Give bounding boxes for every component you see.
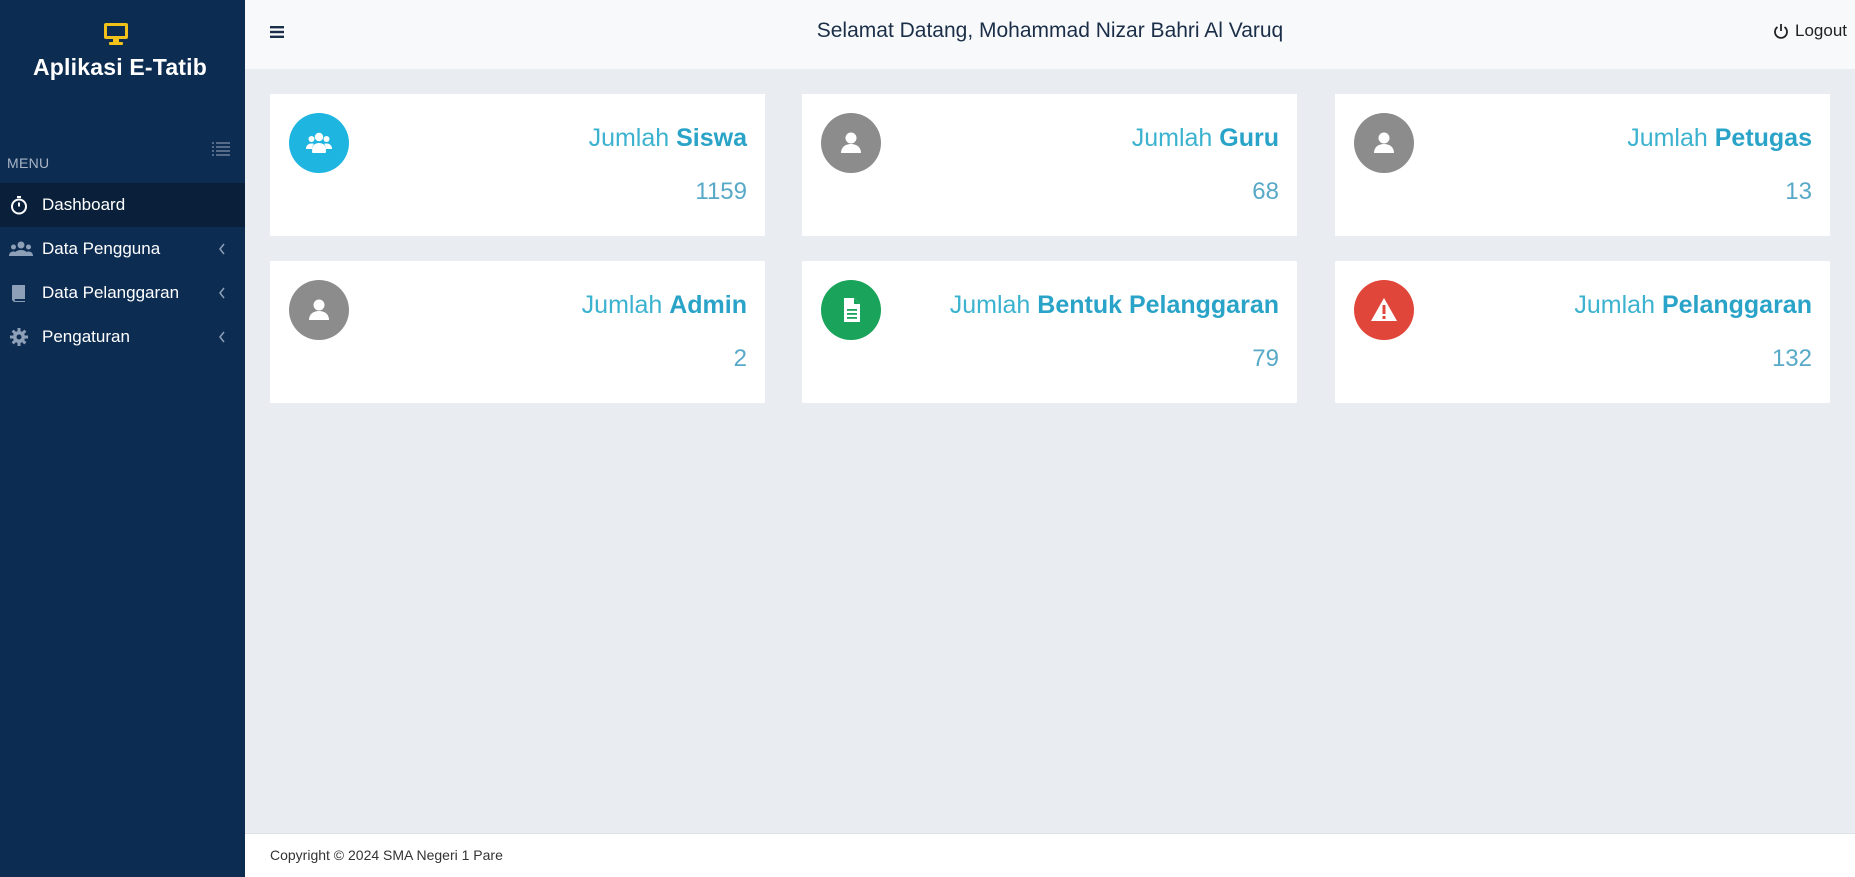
card-title-label: Pelanggaran [1661,291,1812,319]
sidebar-item-label: Pengaturan [42,327,130,346]
sidebar-item-label: Dashboard [42,195,126,214]
card-title-prefix: Jumlah [1627,124,1708,152]
card-count: 1159 [695,178,747,205]
users-icon [289,113,349,173]
user-icon [1354,113,1414,173]
app-title: Aplikasi E-Tatib [32,54,208,80]
sidebar-item-pengaturan[interactable]: Pengaturan [0,315,245,359]
card-count: 68 [1252,178,1279,205]
document-icon [821,280,881,340]
welcome-message: Selamat Datang, Mohammad Nizar Bahri Al … [816,19,1284,42]
card-title-label: Bentuk Pelanggaran [1037,291,1279,319]
power-icon [1774,24,1788,39]
card-count: 13 [1785,178,1812,205]
chevron-left-icon [217,330,227,344]
card-title: Jumlah Pelanggaran [1574,291,1812,320]
card-title-prefix: Jumlah [588,124,670,152]
logout-label: Logout [1795,21,1847,40]
logout-button[interactable]: Logout [1773,21,1847,41]
gear-icon [9,327,29,347]
stat-card-bentuk-pelanggaran: Jumlah Bentuk Pelanggaran 79 [802,261,1297,403]
list-toggle-icon[interactable] [211,140,231,158]
stat-card-siswa: Jumlah Siswa 1159 [270,94,765,236]
card-title-prefix: Jumlah [1574,291,1655,319]
card-title-label: Petugas [1714,124,1812,152]
card-title-prefix: Jumlah [949,291,1031,319]
users-icon [9,239,33,259]
footer: Copyright © 2024 SMA Negeri 1 Pare [245,833,1855,877]
card-title: Jumlah Guru [1132,124,1279,153]
card-title-label: Siswa [676,124,747,152]
card-title-label: Guru [1219,124,1279,152]
sidebar-item-label: Data Pelanggaran [42,283,180,302]
book-icon [9,283,29,303]
card-title: Jumlah Siswa [589,124,747,153]
brand: Aplikasi E-Tatib [0,0,245,100]
copyright-text: Copyright © 2024 SMA Negeri 1 Pare [270,847,503,863]
stat-card-petugas: Jumlah Petugas 13 [1335,94,1830,236]
warning-icon [1354,280,1414,340]
user-icon [821,113,881,173]
user-icon [289,280,349,340]
sidebar-item-data-pengguna[interactable]: Data Pengguna [0,227,245,271]
sidebar-menu: Dashboard Data Pengguna Data Pelanggaran… [0,183,245,359]
stat-card-guru: Jumlah Guru 68 [802,94,1297,236]
monitor-icon [103,22,129,46]
card-title-prefix: Jumlah [581,291,663,319]
card-title-label: Admin [669,291,747,319]
stat-card-admin: Jumlah Admin 2 [270,261,765,403]
chevron-left-icon [217,242,227,256]
sidebar-item-label: Data Pengguna [42,239,161,258]
sidebar-item-dashboard[interactable]: Dashboard [0,183,245,227]
card-count: 2 [733,345,747,372]
card-title: Jumlah Admin [582,291,747,320]
card-title: Jumlah Bentuk Pelanggaran [950,291,1279,320]
stopwatch-icon [9,195,29,215]
card-count: 132 [1771,345,1812,372]
stat-card-pelanggaran: Jumlah Pelanggaran 132 [1335,261,1830,403]
topbar: Selamat Datang, Mohammad Nizar Bahri Al … [245,0,1855,69]
card-count: 79 [1252,345,1279,372]
card-title-prefix: Jumlah [1131,124,1213,152]
menu-header: MENU [7,155,50,171]
card-title: Jumlah Petugas [1627,124,1812,153]
sidebar-item-data-pelanggaran[interactable]: Data Pelanggaran [0,271,245,315]
sidebar: Aplikasi E-Tatib MENU Dashboard Data Pen… [0,0,245,877]
chevron-left-icon [217,286,227,300]
